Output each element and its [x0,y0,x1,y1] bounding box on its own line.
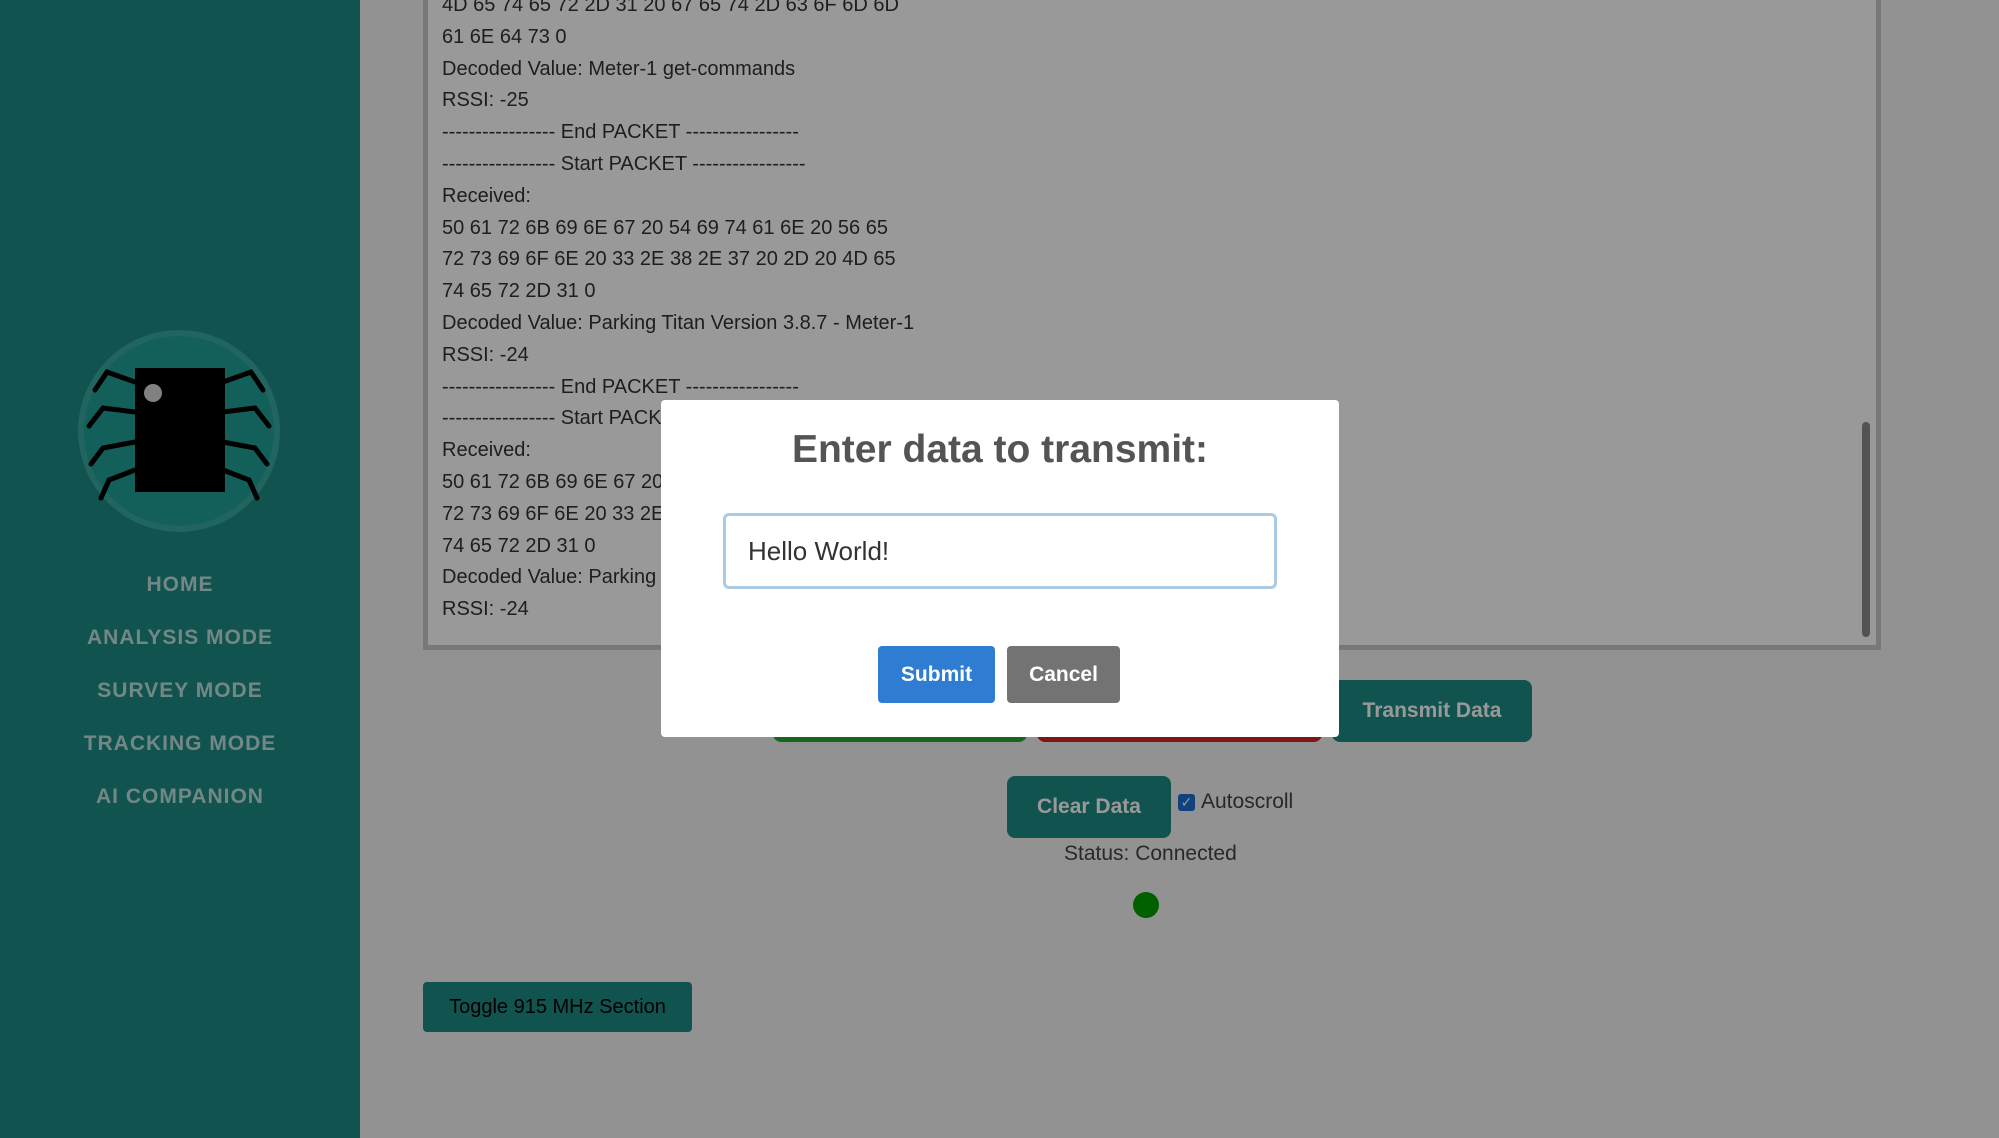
cancel-button[interactable]: Cancel [1007,646,1120,703]
transmit-data-input[interactable] [723,513,1277,589]
modal-backdrop[interactable]: Enter data to transmit: Submit Cancel [0,0,1999,1138]
modal-title: Enter data to transmit: [791,428,1209,471]
transmit-modal: Enter data to transmit: Submit Cancel [661,400,1339,737]
submit-button[interactable]: Submit [878,646,995,703]
